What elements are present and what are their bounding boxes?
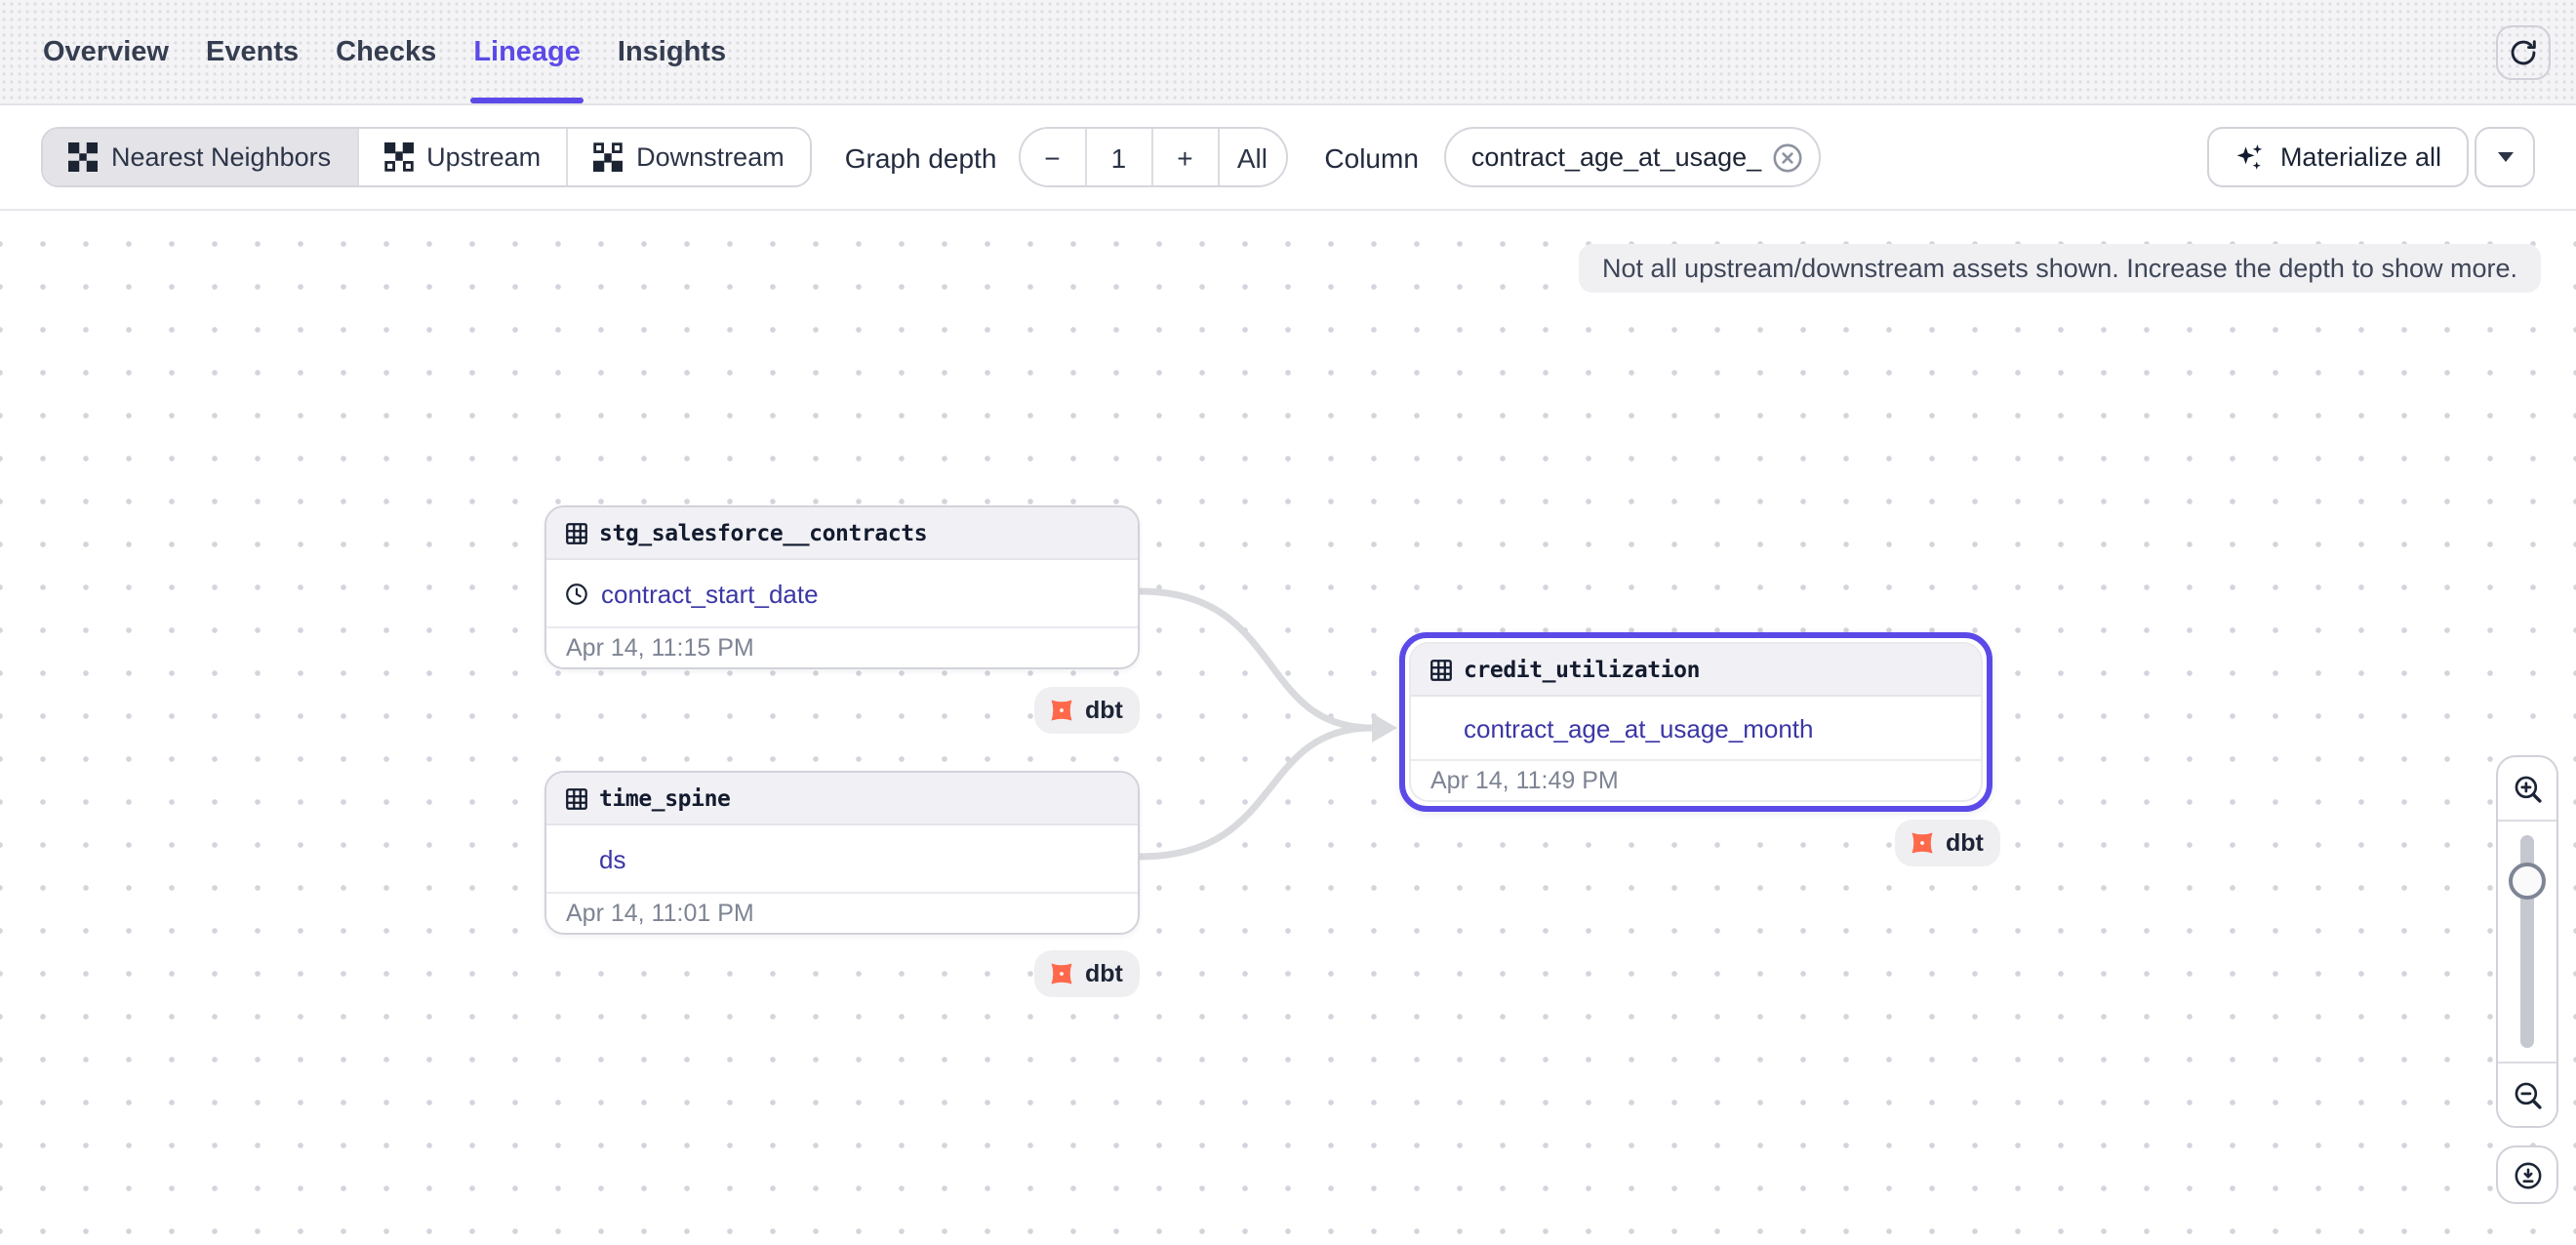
graph-depth-stepper: − 1 + All (1018, 127, 1287, 187)
table-icon (1429, 657, 1454, 682)
dbt-logo-icon (1909, 829, 1936, 857)
column-chip-text: contract_age_at_usage_ (1471, 142, 1761, 172)
dbt-badge-label: dbt (1085, 697, 1123, 724)
asset-node-title: stg_salesforce__contracts (599, 519, 927, 546)
toolbar-right-group: Materialize all (2208, 127, 2535, 187)
zoom-out-button[interactable] (2498, 1062, 2556, 1126)
view-mode-upstream[interactable]: Upstream (358, 129, 568, 185)
tab-overview[interactable]: Overview (43, 0, 169, 103)
refresh-icon (2508, 37, 2539, 68)
zoom-in-button[interactable] (2498, 757, 2556, 822)
view-mode-label: Nearest Neighbors (111, 142, 331, 172)
zoom-control-panel (2496, 755, 2558, 1128)
asset-node-credit-utilization-selected[interactable]: credit_utilization contract_age_at_usage… (1399, 632, 1992, 812)
asset-node-title: credit_utilization (1464, 656, 1700, 683)
depth-increment-button[interactable]: + (1152, 129, 1219, 185)
dbt-badge: dbt (1034, 950, 1141, 997)
asset-node-time-spine[interactable]: time_spine ds Apr 14, 11:01 PM (544, 771, 1140, 935)
dbt-badge-label: dbt (1085, 960, 1123, 987)
dbt-badge: dbt (1895, 820, 2001, 866)
view-mode-nearest-neighbors[interactable]: Nearest Neighbors (43, 129, 358, 185)
table-icon (564, 785, 589, 811)
refresh-button[interactable] (2496, 25, 2551, 80)
asset-node-timestamp: Apr 14, 11:15 PM (546, 628, 1138, 667)
column-row[interactable]: contract_age_at_usage_month (1411, 697, 1981, 761)
asset-node-header: time_spine (546, 773, 1138, 825)
view-mode-downstream[interactable]: Downstream (568, 129, 810, 185)
asset-node-timestamp: Apr 14, 11:49 PM (1411, 761, 1981, 800)
tab-insights[interactable]: Insights (618, 0, 726, 103)
asset-node-credit-utilization[interactable]: credit_utilization contract_age_at_usage… (1409, 642, 1983, 802)
column-filter-label: Column (1324, 141, 1419, 173)
upstream-icon (383, 142, 413, 172)
caret-down-icon (2497, 152, 2513, 162)
materialize-all-button[interactable]: Materialize all (2208, 127, 2469, 187)
asset-node-title: time_spine (599, 784, 731, 812)
depth-all-button[interactable]: All (1219, 129, 1285, 185)
tab-lineage[interactable]: Lineage (473, 0, 581, 103)
tab-checks[interactable]: Checks (336, 0, 436, 103)
view-mode-label: Upstream (426, 142, 541, 172)
depth-value[interactable]: 1 (1086, 129, 1152, 185)
recenter-button[interactable] (2496, 1145, 2558, 1204)
dbt-logo-icon (1048, 960, 1075, 987)
graph-depth-label: Graph depth (845, 141, 997, 173)
column-filter-chip[interactable]: contract_age_at_usage_ (1444, 127, 1820, 187)
edge-arrowhead (1372, 713, 1397, 743)
column-name: contract_start_date (601, 579, 819, 608)
depth-notice-banner: Not all upstream/downstream assets shown… (1579, 244, 2541, 293)
lineage-canvas[interactable]: Not all upstream/downstream assets shown… (0, 211, 2576, 1245)
depth-decrement-button[interactable]: − (1020, 129, 1086, 185)
column-row[interactable]: ds (546, 825, 1138, 894)
asset-node-header: credit_utilization (1411, 644, 1981, 697)
materialize-all-label: Materialize all (2280, 142, 2441, 172)
lineage-edges (0, 211, 2576, 1245)
dbt-badge-label: dbt (1946, 829, 1984, 857)
view-mode-group: Nearest Neighbors Upstream (41, 127, 812, 187)
clock-icon (564, 581, 589, 606)
asset-node-header: stg_salesforce__contracts (546, 507, 1138, 560)
dbt-badge: dbt (1034, 687, 1141, 734)
column-name: contract_age_at_usage_month (1464, 713, 1814, 743)
dbt-logo-icon (1048, 697, 1075, 724)
zoom-out-icon (2511, 1078, 2544, 1111)
column-row[interactable]: contract_start_date (546, 560, 1138, 628)
zoom-slider-thumb[interactable] (2509, 863, 2546, 900)
asset-node-timestamp: Apr 14, 11:01 PM (546, 894, 1138, 933)
circle-x-icon[interactable] (1771, 141, 1802, 173)
zoom-in-icon (2511, 772, 2544, 805)
asset-lineage-page: Overview Events Checks Lineage Insights (0, 0, 2576, 1245)
asset-node-stg-salesforce-contracts[interactable]: stg_salesforce__contracts contract_start… (544, 505, 1140, 669)
materialize-dropdown-button[interactable] (2475, 127, 2535, 187)
downstream-icon (593, 142, 623, 172)
table-icon (564, 520, 589, 545)
sparkles-icon (2235, 141, 2267, 173)
lineage-toolbar: Nearest Neighbors Upstream (0, 105, 2576, 211)
tab-events[interactable]: Events (206, 0, 299, 103)
view-mode-label: Downstream (636, 142, 785, 172)
tab-bar: Overview Events Checks Lineage Insights (0, 0, 2576, 105)
column-name: ds (599, 844, 625, 873)
recenter-icon (2511, 1158, 2544, 1191)
nearest-neighbors-icon (68, 142, 98, 172)
zoom-slider[interactable] (2498, 822, 2556, 1062)
